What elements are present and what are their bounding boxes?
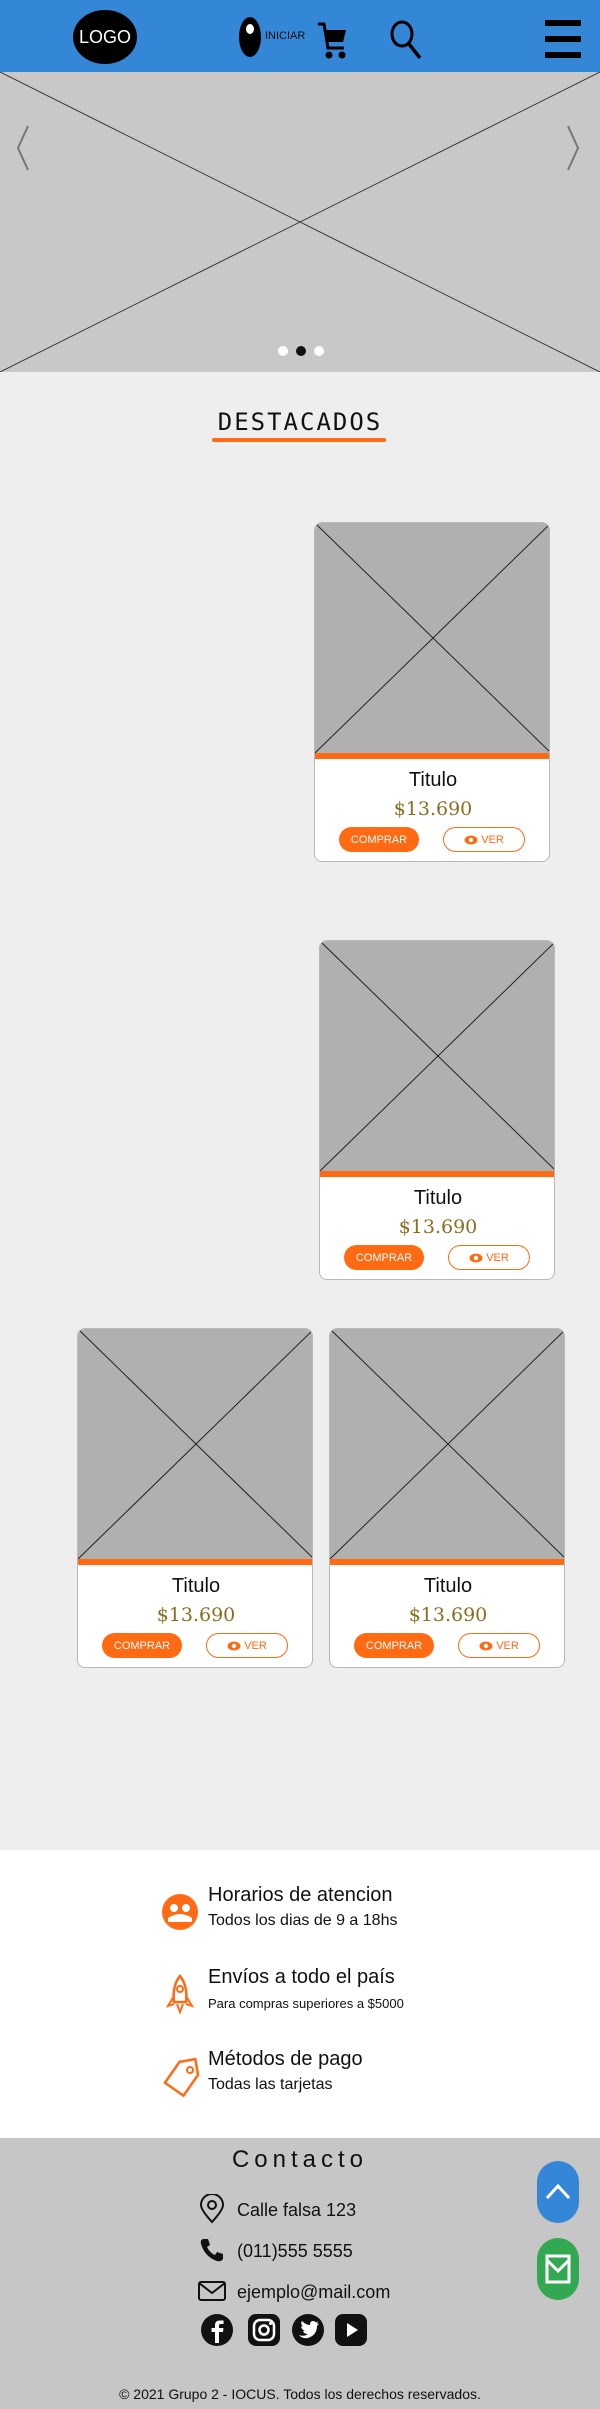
twitter-icon[interactable] — [291, 2313, 325, 2347]
address-text: Calle falsa 123 — [237, 2200, 357, 2220]
info-strip: Horarios de atencion Todos los dias de 9… — [0, 1850, 600, 2138]
logo[interactable]: LOGO — [73, 10, 137, 64]
contact-address: Calle falsa 123 — [197, 2194, 457, 2224]
product-title: Titulo — [423, 1575, 473, 1597]
phone-text[interactable]: (011)555 5555 — [237, 2241, 353, 2262]
product-card: Titulo $13.690 COMPRAR VER — [329, 1328, 565, 1668]
buy-button[interactable]: COMPRAR — [354, 1633, 434, 1658]
info-item-payment: Métodos de pago Todas las tarjetas — [158, 2048, 458, 2108]
login-link[interactable]: INICIAR — [265, 30, 305, 42]
product-image[interactable] — [78, 1329, 312, 1559]
eye-icon — [479, 1641, 493, 1650]
info-title: Envíos a todo el país — [208, 1966, 395, 1988]
product-accent-bar — [315, 753, 549, 759]
phone-icon — [200, 2239, 223, 2262]
product-card: Titulo $13.690 COMPRAR VER — [319, 940, 555, 1280]
product-title: Titulo — [408, 769, 458, 791]
contact-title: Contacto — [231, 2146, 369, 2173]
headset-icon — [162, 1894, 198, 1930]
buy-button[interactable]: COMPRAR — [102, 1633, 182, 1658]
featured-title: DESTACADOS — [217, 408, 383, 436]
instagram-icon[interactable] — [247, 2313, 281, 2347]
eye-icon — [469, 1253, 483, 1262]
featured-title-underline — [212, 438, 386, 442]
scroll-top-button[interactable] — [537, 2161, 579, 2223]
info-item-shipping: Envíos a todo el país Para compras super… — [158, 1966, 458, 2026]
location-pin-icon — [199, 2194, 225, 2224]
product-accent-bar — [78, 1559, 312, 1565]
product-card: Titulo $13.690 COMPRAR VER — [77, 1328, 313, 1668]
hero-image-placeholder — [0, 72, 600, 372]
product-price: $13.690 — [156, 1604, 236, 1626]
info-title: Métodos de pago — [208, 2048, 363, 2070]
rocket-icon — [165, 1973, 195, 2015]
info-item-hours: Horarios de atencion Todos los dias de 9… — [158, 1884, 458, 1944]
eye-icon — [464, 835, 478, 844]
product-price: $13.690 — [393, 798, 473, 820]
product-image[interactable] — [320, 941, 554, 1171]
carousel-next-icon[interactable] — [564, 120, 584, 176]
contact-email[interactable]: ejemplo@mail.com — [197, 2276, 457, 2306]
product-image[interactable] — [330, 1329, 564, 1559]
buy-button[interactable]: COMPRAR — [344, 1245, 424, 1270]
carousel-dot[interactable] — [278, 346, 288, 356]
carousel-dot[interactable] — [314, 346, 324, 356]
view-button[interactable]: VER — [458, 1633, 540, 1658]
contact-mail-button[interactable] — [537, 2238, 579, 2300]
product-title: Titulo — [413, 1187, 463, 1209]
chevron-up-icon — [545, 2183, 571, 2200]
mail-icon — [545, 2254, 571, 2284]
view-button-label: VER — [496, 1639, 519, 1652]
tag-icon — [163, 2057, 200, 2098]
product-price: $13.690 — [408, 1604, 488, 1626]
copyright: © 2021 Grupo 2 - IOCUS. Todos los derech… — [119, 2386, 481, 2402]
menu-icon[interactable] — [545, 18, 581, 60]
product-accent-bar — [330, 1559, 564, 1565]
search-icon[interactable] — [387, 18, 425, 62]
carousel-dot-active[interactable] — [296, 346, 306, 356]
carousel-prev-icon[interactable] — [12, 120, 32, 176]
info-title: Horarios de atencion — [208, 1884, 393, 1906]
view-button-label: VER — [481, 833, 504, 846]
cart-icon[interactable] — [316, 20, 348, 62]
carousel-indicators — [278, 346, 328, 360]
contact-phone[interactable]: (011)555 5555 — [197, 2235, 457, 2265]
envelope-icon — [198, 2281, 226, 2301]
email-text[interactable]: ejemplo@mail.com — [237, 2282, 390, 2303]
buy-button[interactable]: COMPRAR — [339, 827, 419, 852]
product-image[interactable] — [315, 523, 549, 753]
hero-carousel — [0, 72, 600, 372]
product-card: Titulo $13.690 COMPRAR VER — [314, 522, 550, 862]
product-title: Titulo — [171, 1575, 221, 1597]
user-icon[interactable] — [237, 15, 263, 59]
product-accent-bar — [320, 1171, 554, 1177]
view-button-label: VER — [244, 1639, 267, 1652]
info-detail: Todas las tarjetas — [208, 2076, 333, 2093]
view-button[interactable]: VER — [443, 827, 525, 852]
footer — [0, 2138, 600, 2409]
youtube-icon[interactable] — [334, 2313, 368, 2347]
facebook-icon[interactable] — [200, 2313, 234, 2347]
view-button[interactable]: VER — [206, 1633, 288, 1658]
info-detail: Para compras superiores a $5000 — [208, 1996, 404, 2011]
product-price: $13.690 — [398, 1216, 478, 1238]
view-button-label: VER — [486, 1251, 509, 1264]
info-detail: Todos los dias de 9 a 18hs — [208, 1912, 398, 1929]
view-button[interactable]: VER — [448, 1245, 530, 1270]
eye-icon — [227, 1641, 241, 1650]
